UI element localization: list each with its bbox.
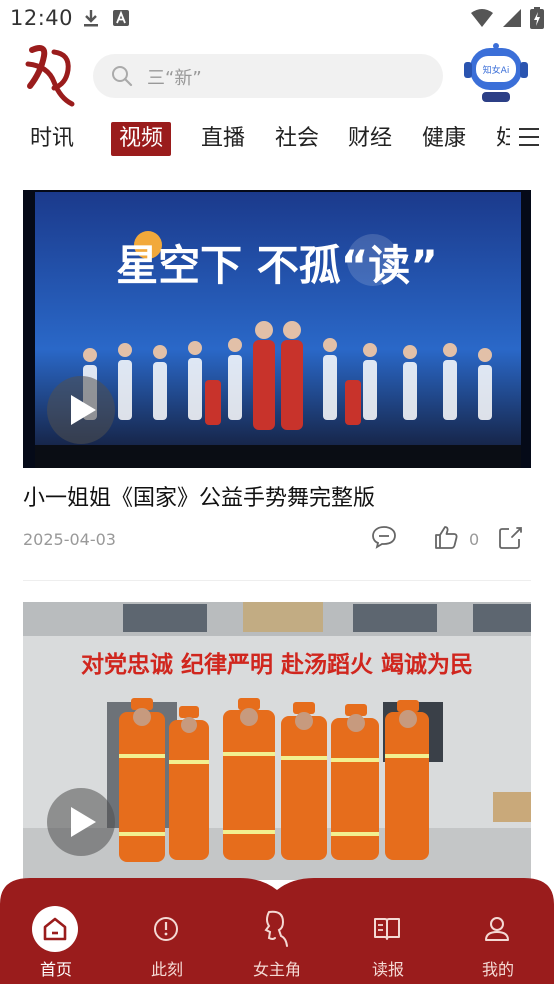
share-icon[interactable] bbox=[497, 524, 525, 550]
tab-society[interactable]: 社会 bbox=[275, 122, 319, 156]
search-input[interactable]: 三“新” bbox=[93, 54, 443, 98]
ai-button-label: 知女Ai bbox=[483, 64, 510, 76]
category-tabs: 时讯 视频 直播 社会 财经 健康 妇 bbox=[0, 118, 510, 162]
tab-menu-icon[interactable] bbox=[516, 124, 542, 150]
tab-video[interactable]: 视频 bbox=[111, 122, 172, 156]
play-icon bbox=[71, 395, 96, 425]
play-button[interactable] bbox=[47, 788, 115, 856]
thumbnail-banner: 对党忠诚 纪律严明 赴汤蹈火 竭诚为民 bbox=[81, 651, 473, 678]
app-logo[interactable] bbox=[24, 42, 78, 108]
nav-moment-label: 此刻 bbox=[150, 960, 183, 979]
home-icon bbox=[43, 917, 67, 941]
nav-moment[interactable]: 此刻 bbox=[127, 896, 207, 984]
tab-women[interactable]: 妇 bbox=[496, 122, 510, 156]
nav-heroine-label: 女主角 bbox=[252, 960, 301, 979]
nav-home[interactable]: 首页 bbox=[16, 896, 96, 984]
video-card[interactable]: 星空下 不孤“读” 小一姐姐《国家》公益手势舞完整版 2025-04-03 0 bbox=[23, 190, 531, 582]
status-time: 12:40 bbox=[10, 6, 74, 30]
status-bar: 12:40 bbox=[0, 0, 554, 38]
signal-icon bbox=[503, 9, 521, 27]
nav-heroine[interactable]: 女主角 bbox=[237, 896, 317, 984]
nav-newspaper[interactable]: 读报 bbox=[348, 896, 428, 984]
nav-mine[interactable]: 我的 bbox=[458, 896, 538, 984]
comment-icon[interactable] bbox=[371, 524, 397, 550]
battery-icon bbox=[530, 7, 544, 29]
tab-finance[interactable]: 财经 bbox=[348, 122, 392, 156]
play-icon bbox=[71, 807, 96, 837]
card-divider bbox=[23, 580, 531, 581]
app-notification-icon bbox=[113, 10, 129, 26]
play-button[interactable] bbox=[47, 376, 115, 444]
video-thumbnail[interactable]: 对党忠诚 纪律严明 赴汤蹈火 竭诚为民 bbox=[23, 602, 531, 880]
nav-newspaper-label: 读报 bbox=[371, 960, 404, 979]
thumbnail-headline: 星空下 不孤“读” bbox=[116, 241, 438, 290]
video-date: 2025-04-03 bbox=[23, 530, 116, 549]
profile-silhouette-icon bbox=[264, 910, 288, 947]
nav-home-label: 首页 bbox=[39, 960, 72, 979]
clock-icon bbox=[154, 917, 178, 941]
wifi-icon bbox=[471, 9, 493, 27]
tab-shixun[interactable]: 时讯 bbox=[30, 122, 74, 156]
ai-assistant-button[interactable]: 知女Ai bbox=[460, 42, 532, 106]
search-icon bbox=[112, 66, 133, 87]
video-title[interactable]: 小一姐姐《国家》公益手势舞完整版 bbox=[23, 480, 375, 512]
nav-mine-label: 我的 bbox=[481, 960, 514, 979]
book-icon bbox=[374, 918, 400, 940]
like-icon[interactable] bbox=[433, 524, 459, 550]
tab-health[interactable]: 健康 bbox=[422, 122, 466, 156]
download-icon bbox=[84, 10, 98, 27]
video-card[interactable]: 对党忠诚 纪律严明 赴汤蹈火 竭诚为民 bbox=[23, 602, 531, 882]
video-thumbnail[interactable]: 星空下 不孤“读” bbox=[23, 190, 531, 468]
user-icon bbox=[485, 917, 509, 941]
like-count: 0 bbox=[469, 530, 480, 549]
search-placeholder: 三“新” bbox=[147, 68, 202, 89]
tab-live[interactable]: 直播 bbox=[201, 122, 245, 156]
